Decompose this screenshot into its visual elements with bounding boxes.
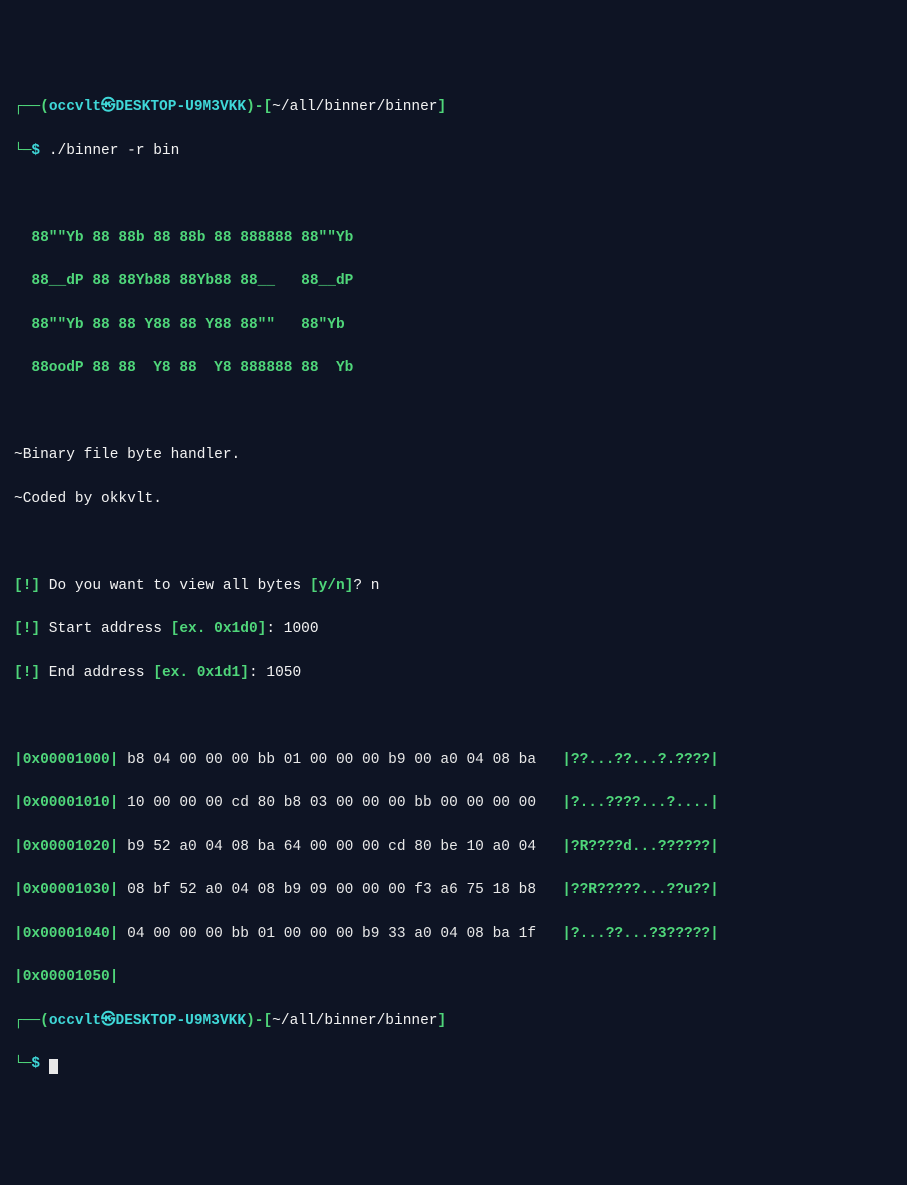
ascii-col: |?...????...?....| [562, 795, 719, 811]
at-icon: ㉿ [101, 1013, 116, 1029]
blank-line [14, 184, 893, 206]
hintr: ] [240, 665, 249, 681]
addr: 0x00001000 [23, 752, 110, 768]
ascii-art-row: 88""Yb 88 88 Y88 88 Y88 88"" 88"Yb [14, 315, 893, 337]
paren-open: ( [40, 99, 49, 115]
prompt-line-1b: ┌──(occvlt㉿DESKTOP-U9M3VKK)-[~/all/binne… [14, 1011, 893, 1033]
ascii-col: |?R????d...??????| [562, 839, 719, 855]
end-label: End address [40, 665, 153, 681]
paren-open: ( [40, 1013, 49, 1029]
command-text: ./binner -r bin [49, 143, 180, 159]
corner-bot-icon: └─ [14, 143, 31, 159]
paren-close: )- [246, 99, 263, 115]
blank-line [14, 706, 893, 728]
prompt-user: occvlt [49, 99, 101, 115]
view-label: Do you want to view all bytes [40, 578, 310, 594]
blank-line [14, 532, 893, 554]
cursor-icon[interactable] [49, 1059, 58, 1074]
hintl: [ [171, 621, 180, 637]
colon: : [249, 665, 266, 681]
question-start-addr[interactable]: [!] Start address [ex. 0x1d0]: 1000 [14, 619, 893, 641]
hintr: ] [258, 621, 267, 637]
qmark: ? [353, 578, 370, 594]
prompt-sigil: $ [31, 143, 40, 159]
prompt-path: ~/all/binner/binner [272, 99, 437, 115]
ascii-art-row: 88oodP 88 88 Y8 88 Y8 888888 88 Yb [14, 358, 893, 380]
addr: 0x00001030 [23, 882, 110, 898]
hex-row: |0x00001050| [14, 967, 893, 989]
addr: 0x00001010 [23, 795, 110, 811]
prompt-line-1: ┌──(occvlt㉿DESKTOP-U9M3VKK)-[~/all/binne… [14, 97, 893, 119]
bang-marker: [!] [14, 578, 40, 594]
bang-marker: [!] [14, 665, 40, 681]
hex-row: |0x00001000| b8 04 00 00 00 bb 01 00 00 … [14, 750, 893, 772]
addr: 0x00001020 [23, 839, 110, 855]
prompt-sigil: $ [31, 1056, 40, 1072]
hex-row: |0x00001040| 04 00 00 00 bb 01 00 00 00 … [14, 924, 893, 946]
hintl: [ [310, 578, 319, 594]
end-answer: 1050 [266, 665, 301, 681]
hint: ex. 0x1d0 [179, 621, 257, 637]
question-end-addr[interactable]: [!] End address [ex. 0x1d1]: 1050 [14, 663, 893, 685]
ascii-art-row: 88""Yb 88 88b 88 88b 88 888888 88""Yb [14, 228, 893, 250]
start-label: Start address [40, 621, 171, 637]
prompt-host: DESKTOP-U9M3VKK [116, 1013, 247, 1029]
hex-bytes: b8 04 00 00 00 bb 01 00 00 00 b9 00 a0 0… [118, 752, 544, 768]
desc-line-2: ~Coded by okkvlt. [14, 489, 893, 511]
prompt-line-2[interactable]: └─$ ./binner -r bin [14, 141, 893, 163]
addr: 0x00001040 [23, 926, 110, 942]
view-answer: n [371, 578, 380, 594]
corner-top-icon: ┌── [14, 1013, 40, 1029]
ascii-col: |?...??...?3?????| [562, 926, 719, 942]
bang-marker: [!] [14, 621, 40, 637]
paren-close: )- [246, 1013, 263, 1029]
hex-bytes: 08 bf 52 a0 04 08 b9 09 00 00 00 f3 a6 7… [118, 882, 544, 898]
start-answer: 1000 [284, 621, 319, 637]
hex-row: |0x00001030| 08 bf 52 a0 04 08 b9 09 00 … [14, 880, 893, 902]
prompt-user: occvlt [49, 1013, 101, 1029]
addr: 0x00001050 [23, 969, 110, 985]
path-lbracket: [ [263, 1013, 272, 1029]
hintl: [ [153, 665, 162, 681]
question-view-all[interactable]: [!] Do you want to view all bytes [y/n]?… [14, 576, 893, 598]
hex-bytes: b9 52 a0 04 08 ba 64 00 00 00 cd 80 be 1… [118, 839, 544, 855]
path-rbracket: ] [438, 1013, 447, 1029]
ascii-col: |??...??...?.????| [562, 752, 719, 768]
hex-row: |0x00001020| b9 52 a0 04 08 ba 64 00 00 … [14, 837, 893, 859]
corner-top-icon: ┌── [14, 99, 40, 115]
hex-bytes: 10 00 00 00 cd 80 b8 03 00 00 00 bb 00 0… [118, 795, 544, 811]
ascii-art-row: 88__dP 88 88Yb88 88Yb88 88__ 88__dP [14, 271, 893, 293]
hint: y/n [319, 578, 345, 594]
corner-bot-icon: └─ [14, 1056, 31, 1072]
hex-bytes: 04 00 00 00 bb 01 00 00 00 b9 33 a0 04 0… [118, 926, 544, 942]
blank-line [14, 402, 893, 424]
prompt-path: ~/all/binner/binner [272, 1013, 437, 1029]
at-icon: ㉿ [101, 99, 116, 115]
hex-row: |0x00001010| 10 00 00 00 cd 80 b8 03 00 … [14, 793, 893, 815]
desc-line-1: ~Binary file byte handler. [14, 445, 893, 467]
path-lbracket: [ [263, 99, 272, 115]
prompt-host: DESKTOP-U9M3VKK [116, 99, 247, 115]
prompt-line-2b[interactable]: └─$ [14, 1054, 893, 1076]
hint: ex. 0x1d1 [162, 665, 240, 681]
path-rbracket: ] [438, 99, 447, 115]
ascii-col: |??R?????...??u??| [562, 882, 719, 898]
colon: : [266, 621, 283, 637]
